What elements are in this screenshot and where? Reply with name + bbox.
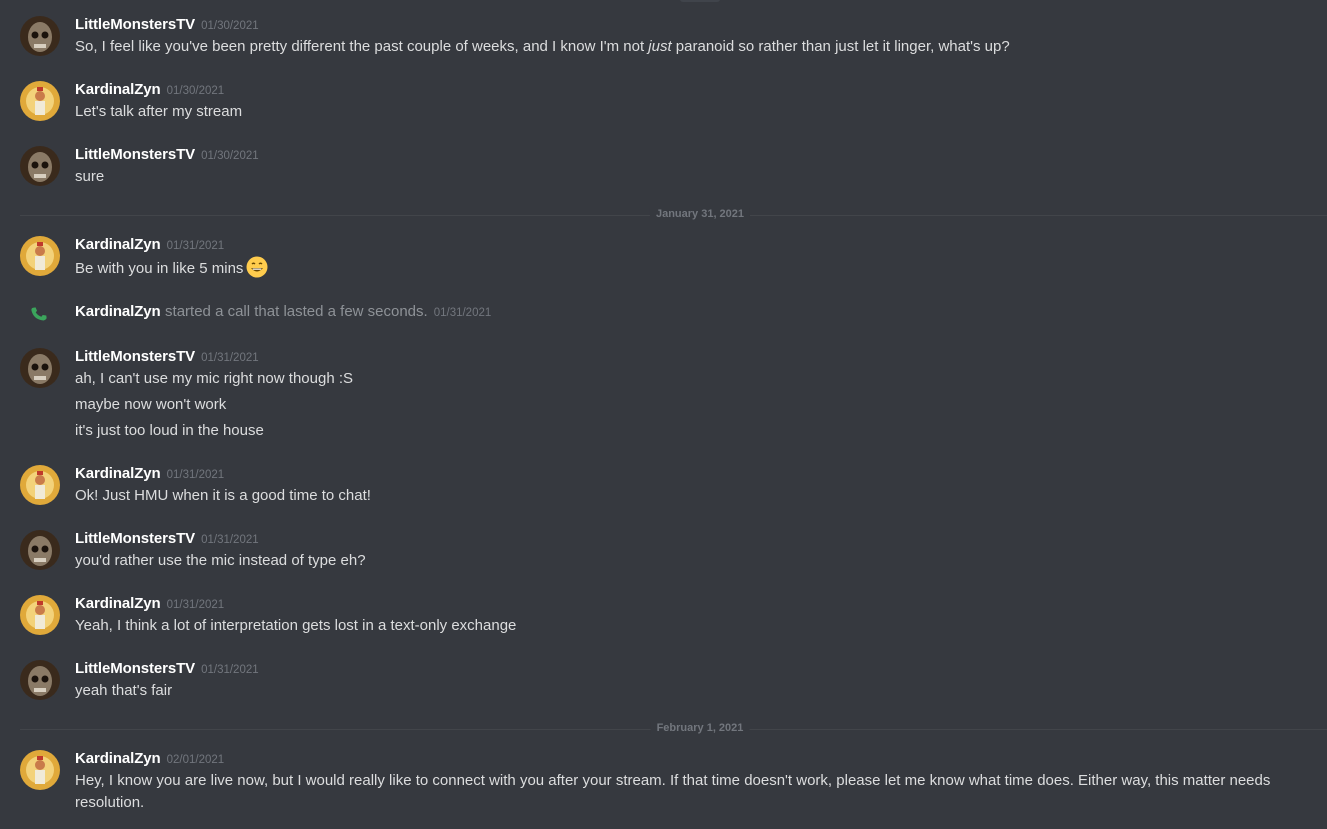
message-text: sure (75, 168, 105, 185)
avatar-littlemonsterstv[interactable] (20, 16, 60, 56)
call-description: started a call that lasted a few seconds… (165, 303, 428, 320)
timestamp: 01/31/2021 (166, 240, 225, 252)
avatar-littlemonsterstv[interactable] (20, 348, 60, 388)
timestamp: 01/31/2021 (166, 469, 225, 481)
message-text: So, I feel like you've been pretty diffe… (75, 38, 1010, 55)
avatar-kardinalzyn[interactable] (20, 81, 60, 121)
timestamp: 01/30/2021 (166, 85, 225, 97)
message-text: Be with you in like 5 mins (75, 256, 1295, 280)
message-text: Hey, I know you are live now, but I woul… (75, 772, 1271, 789)
timestamp: 01/30/2021 (201, 20, 259, 32)
date-divider-label: February 1, 2021 (650, 722, 750, 734)
username[interactable]: LittleMonstersTV (75, 348, 195, 365)
username[interactable]: LittleMonstersTV (75, 530, 195, 547)
timestamp: 01/31/2021 (201, 664, 259, 676)
timestamp: 01/31/2021 (201, 534, 259, 546)
avatar-littlemonsterstv[interactable] (20, 530, 60, 570)
avatar-kardinalzyn[interactable] (20, 750, 60, 790)
timestamp: 01/30/2021 (201, 150, 259, 162)
username[interactable]: KardinalZyn (75, 595, 161, 612)
message-text: ah, I can't use my mic right now though … (75, 370, 353, 387)
message-text: Ok! Just HMU when it is a good time to c… (75, 487, 371, 504)
timestamp: 02/01/2021 (166, 754, 225, 766)
username[interactable]: LittleMonstersTV (75, 146, 195, 163)
chat-log: LittleMonstersTV 01/30/2021 So, I feel li… (0, 0, 1327, 829)
username[interactable]: KardinalZyn (75, 750, 161, 767)
grinning-face-emoji-icon (246, 256, 268, 278)
message-text: Let's talk after my stream (75, 103, 243, 120)
username[interactable]: KardinalZyn (75, 465, 161, 482)
avatar-kardinalzyn[interactable] (20, 236, 60, 276)
scroll-indicator (680, 0, 720, 2)
message-text: you'd rather use the mic instead of type… (75, 552, 366, 569)
message-text: maybe now won't work (75, 396, 227, 413)
message-text: Yeah, I think a lot of interpretation ge… (75, 617, 517, 634)
username[interactable]: LittleMonstersTV (75, 660, 195, 677)
message-text: it's just too loud in the house (75, 422, 264, 439)
username[interactable]: KardinalZyn (75, 303, 161, 320)
message-text: resolution. (75, 794, 145, 811)
avatar-littlemonsterstv[interactable] (20, 146, 60, 186)
avatar-littlemonsterstv[interactable] (20, 660, 60, 700)
timestamp: 01/31/2021 (433, 307, 492, 319)
avatar-kardinalzyn[interactable] (20, 595, 60, 635)
username[interactable]: KardinalZyn (75, 81, 161, 98)
date-divider-label: January 31, 2021 (649, 208, 751, 220)
phone-icon (30, 305, 48, 323)
username[interactable]: KardinalZyn (75, 236, 161, 253)
message-text: yeah that's fair (75, 682, 173, 699)
timestamp: 01/31/2021 (201, 352, 259, 364)
avatar-kardinalzyn[interactable] (20, 465, 60, 505)
timestamp: 01/31/2021 (166, 599, 225, 611)
username[interactable]: LittleMonstersTV (75, 16, 195, 33)
